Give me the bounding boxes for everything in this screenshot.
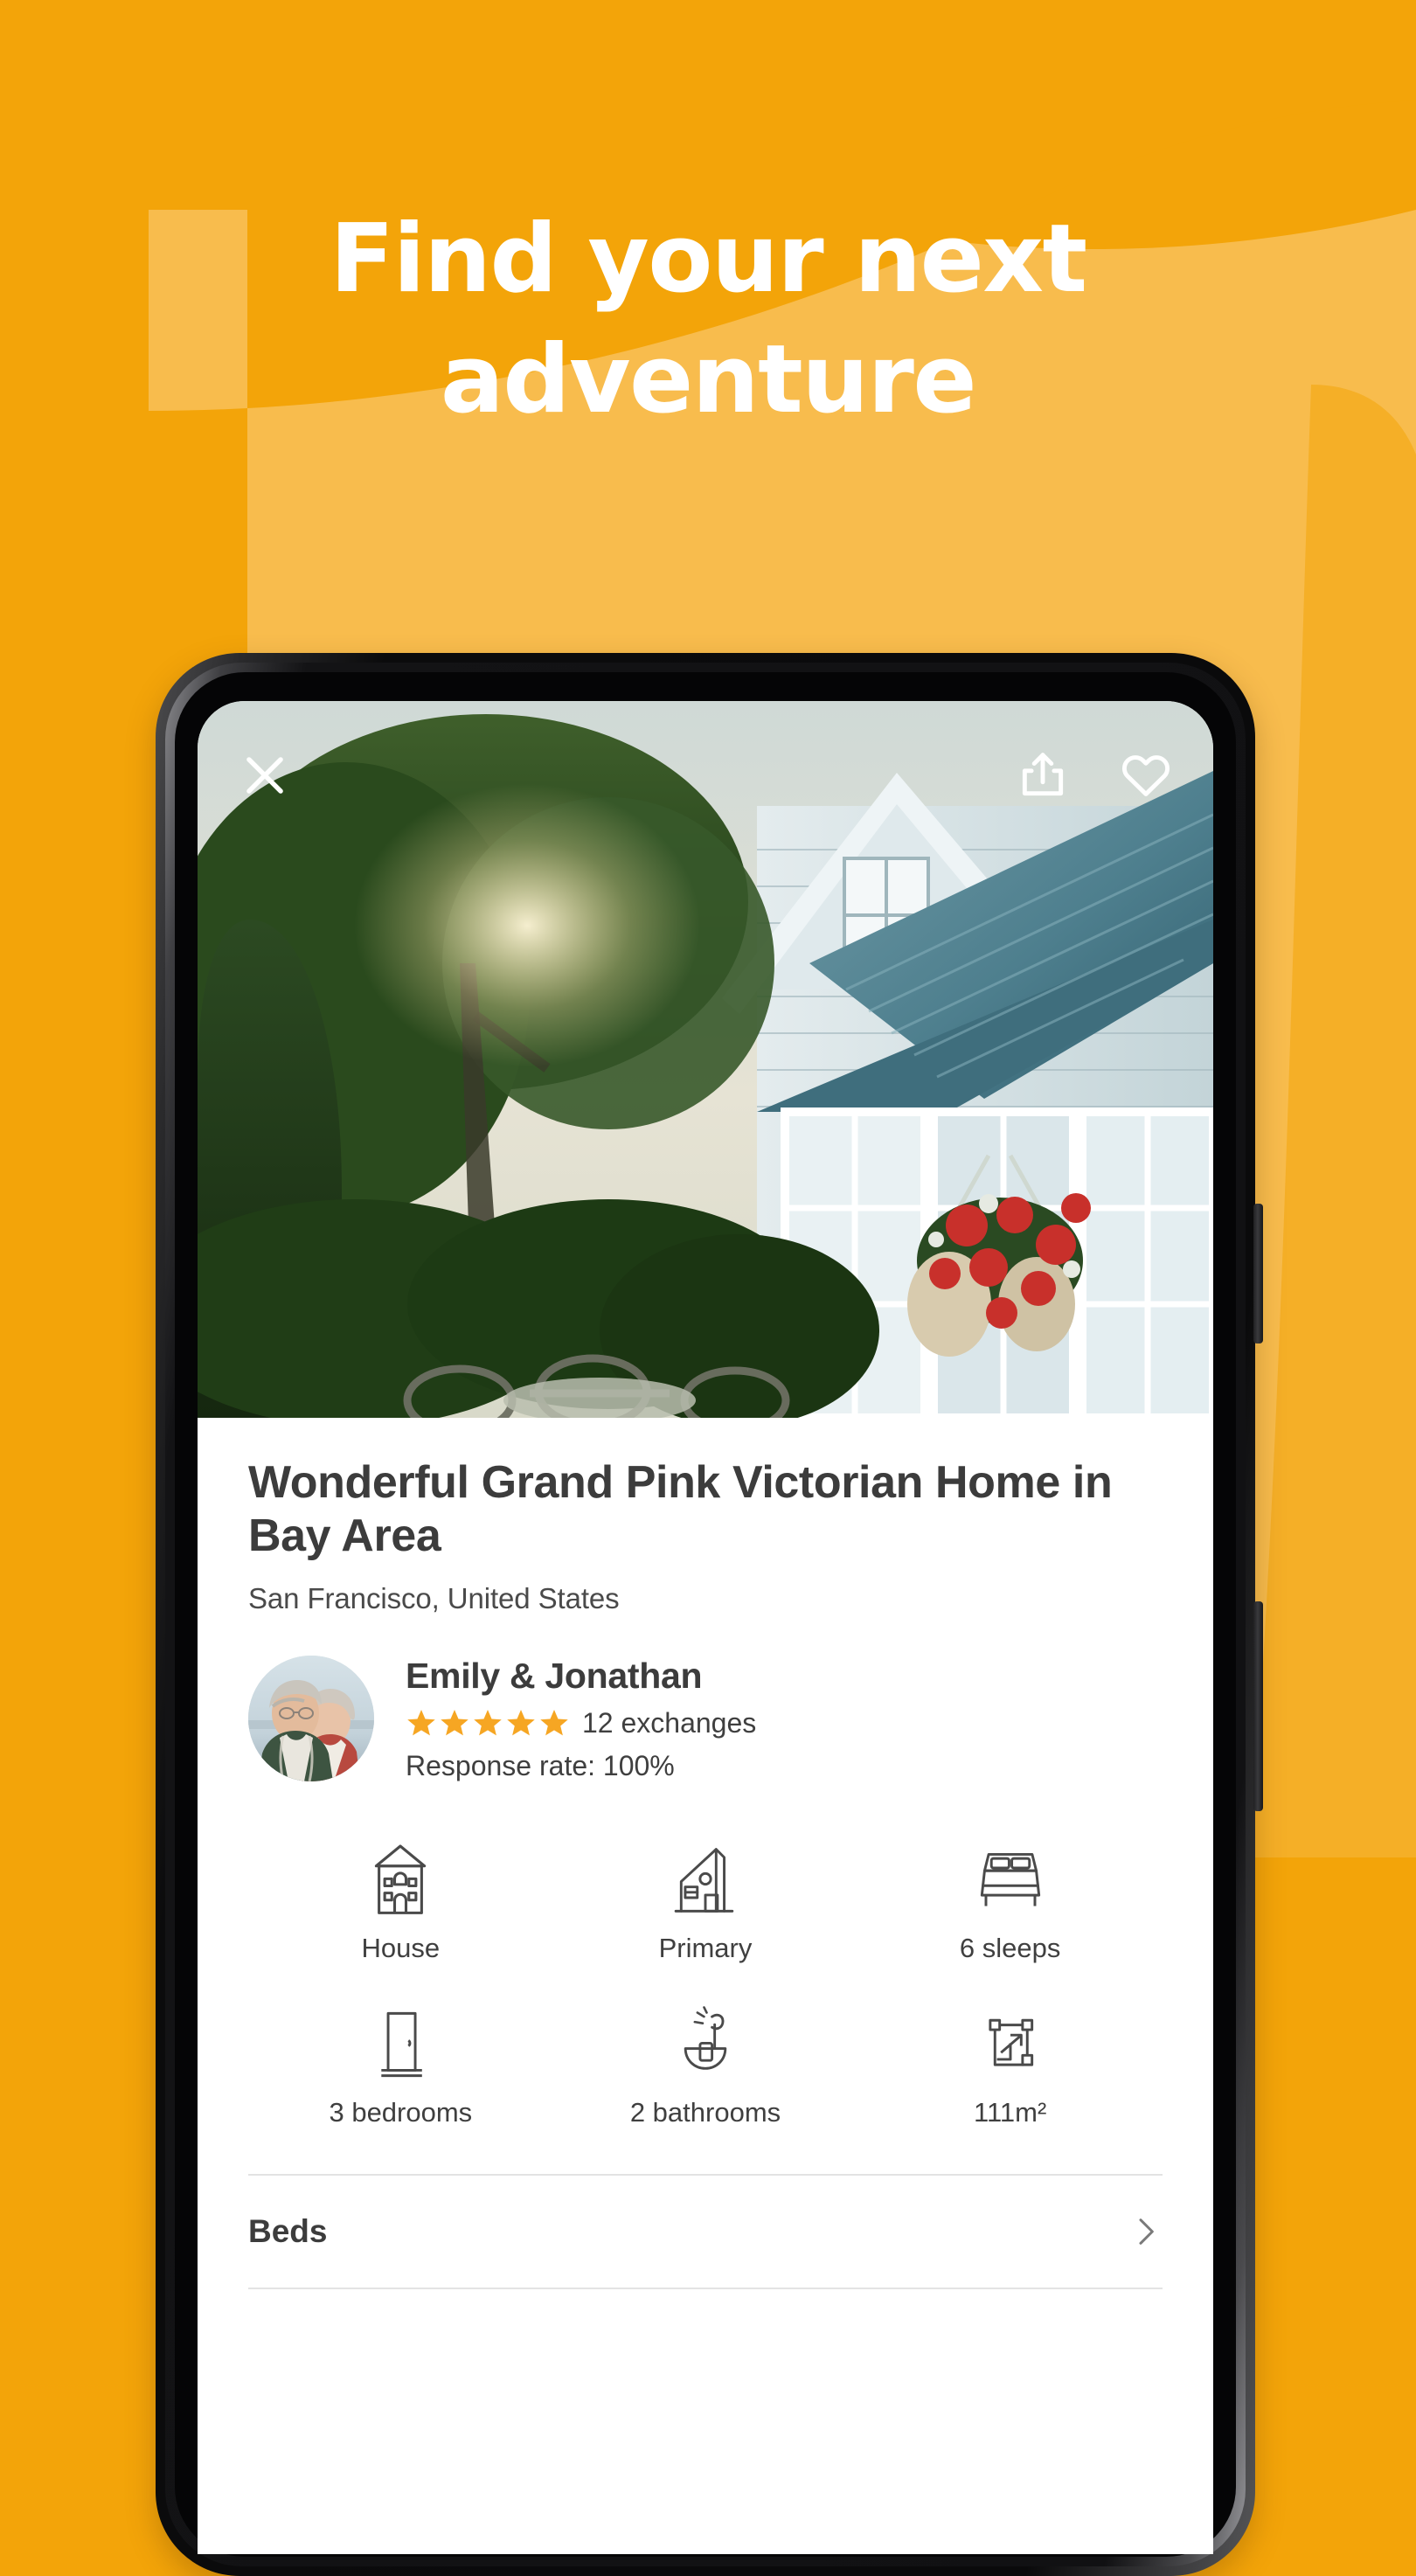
section-row-beds[interactable]: Beds xyxy=(248,2176,1163,2288)
feature-bedrooms: 3 bedrooms xyxy=(248,2003,553,2128)
headline-line-2: adventure xyxy=(440,325,977,435)
feature-label: 3 bedrooms xyxy=(329,2096,473,2128)
listing-title: Wonderful Grand Pink Victorian Home in B… xyxy=(248,1457,1113,1561)
heart-icon[interactable] xyxy=(1119,748,1173,802)
host-info: Emily & Jonathan 12 exchanges Response r… xyxy=(406,1656,756,1782)
host-avatar xyxy=(248,1656,374,1782)
feature-bathrooms: 2 bathrooms xyxy=(553,2003,858,2128)
phone-power-button[interactable] xyxy=(1253,1601,1263,1811)
feature-sleeps: 6 sleeps xyxy=(857,1838,1163,1964)
exchange-count: 12 exchanges xyxy=(582,1706,757,1739)
star-icon xyxy=(540,1710,568,1736)
host-name: Emily & Jonathan xyxy=(406,1655,703,1696)
page-headline: Find your next adventure xyxy=(0,199,1416,441)
phone-screen: Wonderful Grand Pink Victorian Home in B… xyxy=(198,701,1213,2554)
listing-features: House Primary 6 sleeps 3 bedrooms 2 bath… xyxy=(248,1838,1163,2128)
headline-line-1: Find your next xyxy=(330,205,1087,314)
bed-icon xyxy=(974,1838,1047,1919)
house-icon xyxy=(366,1838,434,1919)
host-avatar-photo xyxy=(248,1656,374,1782)
star-icon xyxy=(441,1710,469,1736)
phone-mockup: Wonderful Grand Pink Victorian Home in B… xyxy=(156,653,1263,2576)
feature-primary: Primary xyxy=(553,1838,858,1964)
response-rate: Response rate: 100% xyxy=(406,1749,675,1781)
listing-hero-photo xyxy=(198,701,1213,1418)
close-icon[interactable] xyxy=(238,748,292,802)
section-label: Beds xyxy=(248,2212,328,2249)
feature-label: 111m² xyxy=(974,2096,1047,2128)
door-icon xyxy=(373,2003,427,2083)
feature-label: Primary xyxy=(658,1932,753,1963)
feature-label: 2 bathrooms xyxy=(629,2096,781,2128)
feature-area: 111m² xyxy=(857,2003,1163,2128)
star-icon xyxy=(507,1710,535,1736)
primary-home-icon xyxy=(670,1838,740,1919)
host-rating: 12 exchanges xyxy=(406,1707,756,1739)
star-rating xyxy=(406,1707,570,1739)
section-divider-bottom xyxy=(248,2287,1163,2289)
phone-volume-button[interactable] xyxy=(1253,1204,1263,1344)
listing-location: San Francisco, United States xyxy=(248,1581,620,1614)
feature-label: House xyxy=(361,1932,441,1963)
area-icon xyxy=(978,2003,1043,2083)
feature-label: 6 sleeps xyxy=(959,1932,1061,1963)
shower-icon xyxy=(672,2003,739,2083)
host-card[interactable]: Emily & Jonathan 12 exchanges Response r… xyxy=(248,1656,1163,1782)
hero-action-bar xyxy=(198,701,1213,850)
star-icon xyxy=(407,1710,435,1736)
star-icon xyxy=(474,1710,502,1736)
listing-detail-sheet: Wonderful Grand Pink Victorian Home in B… xyxy=(198,1418,1213,2554)
share-icon[interactable] xyxy=(1016,748,1070,802)
chevron-right-icon[interactable] xyxy=(1128,2214,1163,2249)
feature-house: House xyxy=(248,1838,553,1964)
